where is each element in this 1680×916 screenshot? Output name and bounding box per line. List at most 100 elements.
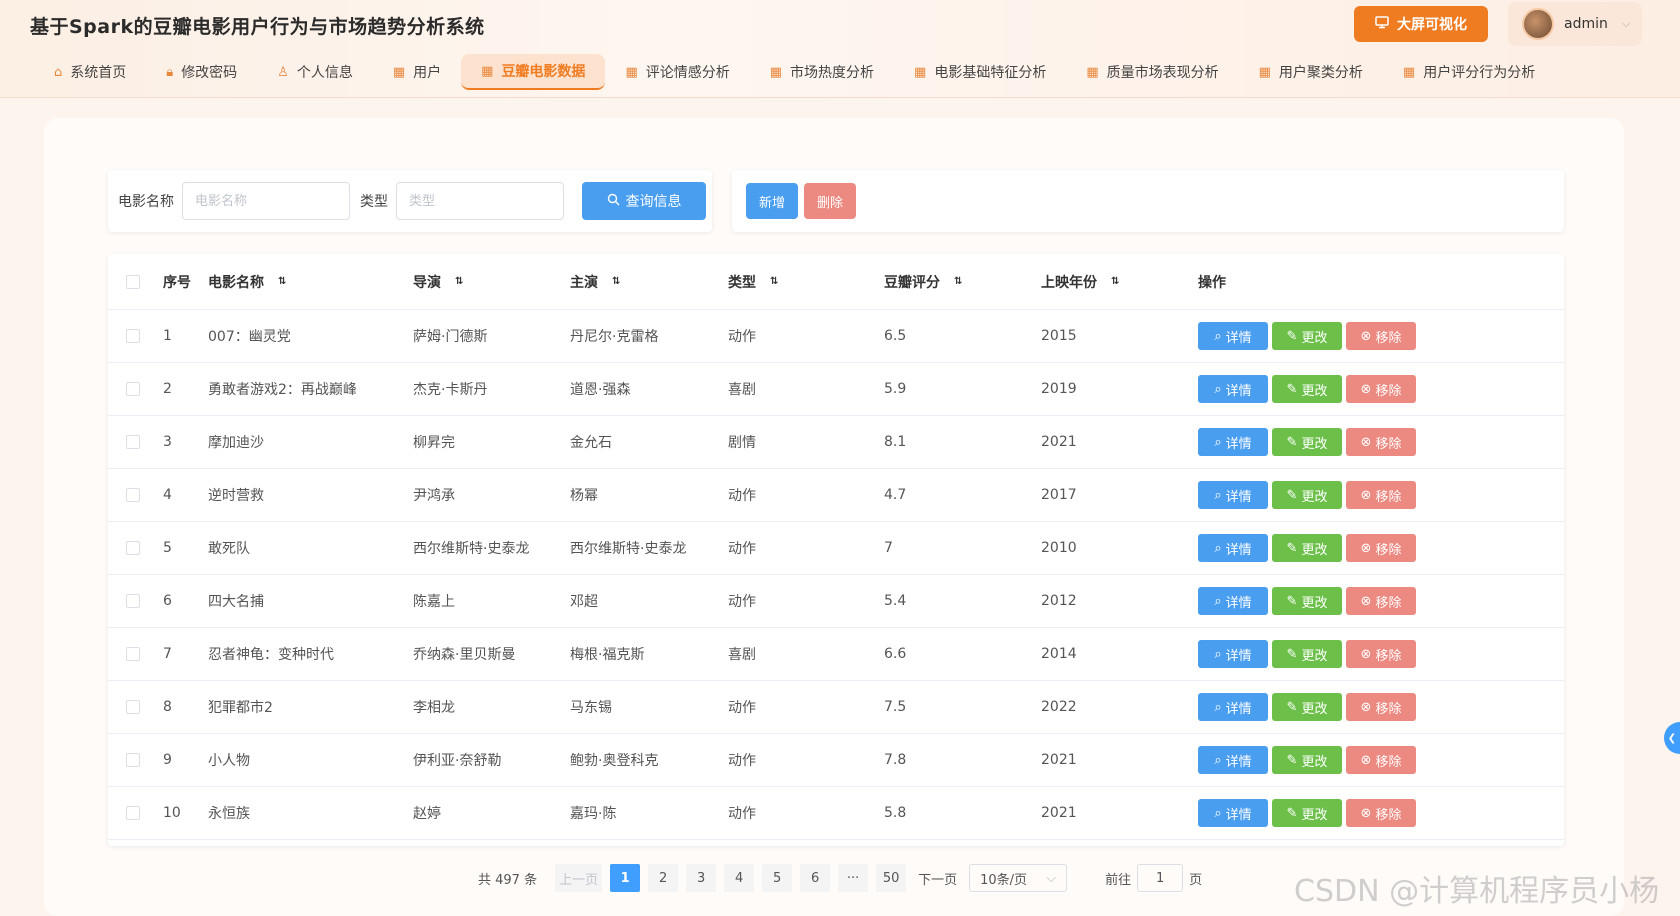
detail-button[interactable]: ⌕ 详情 xyxy=(1198,693,1268,721)
remove-button-label: 移除 xyxy=(1375,436,1402,452)
sort-icon[interactable]: ⇅ xyxy=(770,276,778,287)
goto-input[interactable]: 1 xyxy=(1137,864,1184,892)
user-menu[interactable]: admin ⌵ xyxy=(1508,2,1642,46)
sort-icon[interactable]: ⇅ xyxy=(612,276,620,287)
page-size-select[interactable]: 10条/页 ⌵ xyxy=(969,864,1068,892)
nav-item[interactable]: ▦ 豆瓣电影数据 xyxy=(461,54,606,90)
home-icon: ⌂ xyxy=(54,64,63,80)
edit-button[interactable]: ✎ 更改 xyxy=(1272,693,1342,721)
detail-button[interactable]: ⌕ 详情 xyxy=(1198,640,1268,668)
next-page-button[interactable]: 下一页 xyxy=(918,869,957,888)
nav-item[interactable]: ⌂ 系统首页 xyxy=(34,54,146,90)
remove-button-label: 移除 xyxy=(1375,754,1402,770)
app-title: 基于Spark的豆瓣电影用户行为与市场趋势分析系统 xyxy=(30,16,485,38)
column-header[interactable]: 电影名称 xyxy=(208,272,264,292)
page-button[interactable]: 1 xyxy=(610,864,641,892)
sort-icon[interactable]: ⇅ xyxy=(954,276,962,287)
type-input[interactable] xyxy=(396,182,564,220)
row-checkbox[interactable] xyxy=(126,329,140,343)
nav-item[interactable]: ♙ 个人信息 xyxy=(257,54,373,90)
detail-button[interactable]: ⌕ 详情 xyxy=(1198,587,1268,615)
detail-button[interactable]: ⌕ 详情 xyxy=(1198,799,1268,827)
detail-button[interactable]: ⌕ 详情 xyxy=(1198,534,1268,562)
search-icon: ⌕ xyxy=(1214,593,1222,609)
edit-button[interactable]: ✎ 更改 xyxy=(1272,428,1342,456)
edit-button[interactable]: ✎ 更改 xyxy=(1272,587,1342,615)
row-checkbox[interactable] xyxy=(126,700,140,714)
table-cell: 2 xyxy=(163,381,172,397)
nav-item[interactable]: ▦ 评论情感分析 xyxy=(605,54,749,90)
select-all-checkbox[interactable] xyxy=(126,274,140,289)
nav-item[interactable]: ▦ 电影基础特征分析 xyxy=(894,54,1066,90)
movie-name-input[interactable] xyxy=(182,182,350,220)
detail-button[interactable]: ⌕ 详情 xyxy=(1198,375,1268,403)
nav-item[interactable]: ▦ 用户 xyxy=(373,54,461,90)
remove-button[interactable]: ⊗ 移除 xyxy=(1346,799,1416,827)
nav-item[interactable]: ▦ 质量市场表现分析 xyxy=(1066,54,1238,90)
edit-button[interactable]: ✎ 更改 xyxy=(1272,375,1342,403)
remove-button[interactable]: ⊗ 移除 xyxy=(1346,587,1416,615)
table-cell: 9 xyxy=(163,752,172,768)
edit-button[interactable]: ✎ 更改 xyxy=(1272,799,1342,827)
page-button[interactable]: 4 xyxy=(724,864,755,892)
column-header[interactable]: 类型 xyxy=(728,272,756,292)
edit-button[interactable]: ✎ 更改 xyxy=(1272,322,1342,350)
collapse-tab[interactable]: ❮ xyxy=(1664,722,1680,754)
edit-button[interactable]: ✎ 更改 xyxy=(1272,640,1342,668)
delete-button[interactable]: 删除 xyxy=(804,183,856,219)
nav-item[interactable]: ▦ 市场热度分析 xyxy=(750,54,894,90)
user-icon: ♙ xyxy=(277,64,289,80)
column-header[interactable]: 豆瓣评分 xyxy=(884,272,940,292)
remove-button[interactable]: ⊗ 移除 xyxy=(1346,481,1416,509)
remove-button[interactable]: ⊗ 移除 xyxy=(1346,534,1416,562)
pencil-icon: ✎ xyxy=(1286,646,1298,662)
edit-button[interactable]: ✎ 更改 xyxy=(1272,481,1342,509)
remove-button[interactable]: ⊗ 移除 xyxy=(1346,693,1416,721)
table-row: 10 永恒族 赵婷 嘉玛·陈 动作 5.8 2021 ⌕ 详情 ✎ 更改 ⊗ 移除 xyxy=(108,787,1564,840)
page-button[interactable]: 50 xyxy=(876,864,907,892)
row-checkbox[interactable] xyxy=(126,806,140,820)
sort-icon[interactable]: ⇅ xyxy=(455,276,463,287)
row-checkbox[interactable] xyxy=(126,488,140,502)
row-checkbox[interactable] xyxy=(126,541,140,555)
edit-button[interactable]: ✎ 更改 xyxy=(1272,746,1342,774)
column-header[interactable]: 上映年份 xyxy=(1041,272,1097,292)
row-checkbox[interactable] xyxy=(126,382,140,396)
nav-item[interactable]: 🔒︎ 修改密码 xyxy=(146,54,257,90)
sort-icon[interactable]: ⇅ xyxy=(1111,276,1119,287)
column-header[interactable]: 主演 xyxy=(570,272,598,292)
row-checkbox[interactable] xyxy=(126,435,140,449)
page-button[interactable]: 2 xyxy=(648,864,679,892)
table-cell: 金允石 xyxy=(570,435,612,451)
page-button[interactable]: 5 xyxy=(762,864,793,892)
nav-item[interactable]: ▦ 用户聚类分析 xyxy=(1239,54,1383,90)
page-button[interactable]: ··· xyxy=(838,864,869,892)
table-row: 4 逆时营救 尹鸿承 杨幂 动作 4.7 2017 ⌕ 详情 ✎ 更改 ⊗ 移除 xyxy=(108,469,1564,522)
query-button[interactable]: 查询信息 xyxy=(582,182,706,220)
detail-button[interactable]: ⌕ 详情 xyxy=(1198,428,1268,456)
edit-button[interactable]: ✎ 更改 xyxy=(1272,534,1342,562)
row-checkbox[interactable] xyxy=(126,594,140,608)
table-cell: 6 xyxy=(163,593,172,609)
movie-table: 序号 电影名称 ⇅ 导演 ⇅ 主演 ⇅ 类型 ⇅ 豆瓣评分 ⇅ 上映年份 ⇅ 操作 1 007：幽灵党 萨姆·门… xyxy=(108,254,1564,846)
detail-button[interactable]: ⌕ 详情 xyxy=(1198,322,1268,350)
remove-button[interactable]: ⊗ 移除 xyxy=(1346,746,1416,774)
nav-item-label: 评论情感分析 xyxy=(645,65,730,81)
remove-button[interactable]: ⊗ 移除 xyxy=(1346,640,1416,668)
detail-button[interactable]: ⌕ 详情 xyxy=(1198,481,1268,509)
row-checkbox[interactable] xyxy=(126,647,140,661)
nav-item[interactable]: ▦ 用户评分行为分析 xyxy=(1383,54,1555,90)
page-button[interactable]: 3 xyxy=(686,864,717,892)
search-icon: ⌕ xyxy=(1214,540,1222,556)
page-button[interactable]: 6 xyxy=(800,864,831,892)
column-header[interactable]: 导演 xyxy=(413,272,441,292)
row-checkbox[interactable] xyxy=(126,753,140,767)
sort-icon[interactable]: ⇅ xyxy=(278,276,286,287)
remove-button[interactable]: ⊗ 移除 xyxy=(1346,322,1416,350)
big-screen-button[interactable]: 大屏可视化 xyxy=(1354,6,1488,42)
remove-button[interactable]: ⊗ 移除 xyxy=(1346,428,1416,456)
prev-page-button[interactable]: 上一页 xyxy=(555,864,603,892)
remove-button[interactable]: ⊗ 移除 xyxy=(1346,375,1416,403)
add-button[interactable]: 新增 xyxy=(746,183,798,219)
detail-button[interactable]: ⌕ 详情 xyxy=(1198,746,1268,774)
